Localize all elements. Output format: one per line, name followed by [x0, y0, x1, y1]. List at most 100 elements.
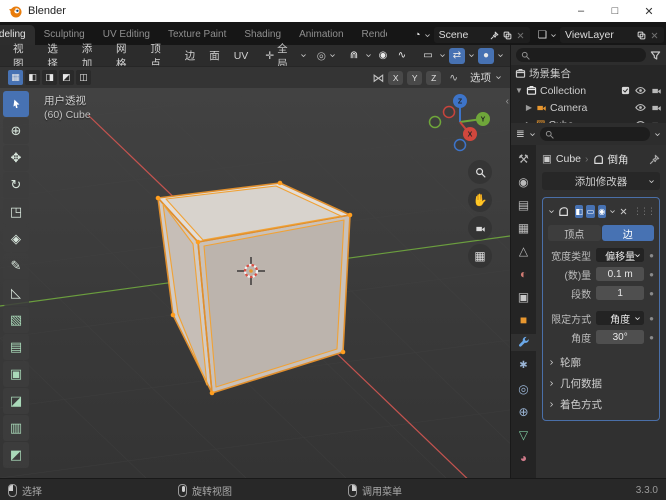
filter-icon[interactable]	[650, 50, 661, 61]
checkbox-icon[interactable]	[621, 86, 630, 95]
tool-inset-faces[interactable]: ▣	[3, 361, 29, 387]
shading-solid-icon[interactable]: ●	[477, 47, 494, 64]
tab-physics[interactable]: ◎	[511, 380, 536, 397]
tab-object-data[interactable]: ▽	[511, 426, 536, 443]
remove-viewlayer-icon[interactable]	[650, 31, 659, 40]
tool-select-box[interactable]	[3, 91, 29, 117]
collapse-arrow-icon[interactable]: ▶	[525, 103, 533, 112]
properties-search[interactable]	[539, 127, 650, 141]
scene-field[interactable]: Scene	[433, 27, 530, 43]
subpanel-geometry[interactable]: 几何数据	[548, 374, 654, 392]
select-mode-subtract-icon[interactable]: ◨	[42, 70, 57, 85]
camera-restrict-icon[interactable]	[651, 102, 662, 113]
select-mode-invert-icon[interactable]: ◩	[59, 70, 74, 85]
limit-method-dropdown[interactable]: 角度	[596, 311, 645, 326]
outliner-row-scene-collection[interactable]: 场景集合	[511, 65, 666, 82]
extras-chevron-icon[interactable]	[609, 208, 616, 215]
tool-measure[interactable]: ◺	[3, 280, 29, 306]
breadcrumb-modifier[interactable]: 倒角	[608, 152, 629, 167]
maximize-button[interactable]: □	[598, 0, 632, 22]
chevron-down-icon[interactable]	[529, 131, 536, 138]
pin-icon[interactable]	[649, 154, 660, 165]
viewlayer-field[interactable]: ViewLayer	[560, 27, 664, 43]
decorator-dot[interactable]: ●	[649, 270, 654, 279]
add-modifier-button[interactable]: 添加修改器	[542, 172, 660, 190]
affect-vertices-button[interactable]: 顶点	[548, 225, 601, 241]
tool-cursor[interactable]: ⊕	[3, 118, 29, 144]
subpanel-shading[interactable]: 着色方式	[548, 395, 654, 413]
chevron-down-icon[interactable]	[495, 74, 502, 81]
chevron-down-icon[interactable]	[497, 52, 504, 59]
chevron-down-icon[interactable]	[439, 52, 446, 59]
unlink-scene-icon[interactable]	[516, 31, 525, 40]
tool-extrude-region[interactable]: ▤	[3, 334, 29, 360]
camera-restrict-icon[interactable]	[651, 85, 662, 96]
tab-tool[interactable]: ⚒	[511, 150, 536, 167]
tool-move[interactable]: ✥	[3, 145, 29, 171]
amount-field[interactable]: 0.1 m	[596, 267, 645, 281]
tab-modifiers[interactable]	[511, 334, 536, 351]
tab-view-layer[interactable]: ▦	[511, 219, 536, 236]
tab-constraints[interactable]: ⊕	[511, 403, 536, 420]
pan-hand-button[interactable]: ✋	[468, 188, 492, 212]
segments-field[interactable]: 1	[596, 286, 645, 300]
camera-view-button[interactable]	[468, 216, 492, 240]
chevron-down-icon[interactable]	[365, 52, 372, 59]
tab-scene[interactable]: △	[511, 242, 536, 259]
new-scene-icon[interactable]	[503, 31, 512, 40]
affect-edges-button[interactable]: 边	[601, 225, 654, 241]
pivot-dropdown[interactable]: ◎	[317, 50, 336, 62]
delete-modifier-icon[interactable]	[619, 207, 628, 216]
tab-output[interactable]: ▤	[511, 196, 536, 213]
proportional-editing-icon[interactable]: ◉	[375, 48, 391, 64]
ortho-grid-button[interactable]: ▦	[468, 244, 492, 268]
expand-chevron-icon[interactable]	[548, 208, 555, 215]
tool-transform[interactable]: ◈	[3, 226, 29, 252]
display-editmode-toggle[interactable]: ◧	[575, 204, 584, 218]
scene-icon[interactable]: ◔	[414, 29, 420, 41]
falloff-icon[interactable]: ∿	[394, 48, 410, 64]
outliner-row-cube[interactable]: ▶ ▧ Cube	[511, 116, 666, 123]
tab-world[interactable]: ◐	[511, 265, 536, 282]
tool-add-cube[interactable]: ▧	[3, 307, 29, 333]
subpanel-profile[interactable]: 轮廓	[548, 353, 654, 371]
navigation-gizmo[interactable]: Z Y X	[422, 92, 494, 154]
display-render-toggle[interactable]: ◉	[597, 204, 606, 218]
eye-icon[interactable]	[635, 85, 646, 96]
gizmo-neg-x[interactable]	[442, 105, 456, 119]
tool-annotate[interactable]: ✎	[3, 253, 29, 279]
outliner-search-input[interactable]	[533, 49, 641, 61]
decorator-dot[interactable]: ●	[649, 333, 654, 342]
properties-search-input[interactable]	[556, 128, 645, 140]
gizmo-neg-y[interactable]	[428, 115, 442, 129]
zoom-button[interactable]	[468, 160, 492, 184]
chevron-down-icon[interactable]	[468, 52, 475, 59]
tab-rendering[interactable]: Rendering	[353, 25, 387, 45]
viewlayer-icon[interactable]: ❏	[538, 29, 547, 41]
outliner-row-collection[interactable]: ▼ Collection	[511, 82, 666, 99]
filter-chevron-icon[interactable]	[654, 131, 661, 138]
cube-object[interactable]	[155, 180, 353, 396]
pin-icon[interactable]	[490, 31, 499, 40]
mirror-z-toggle[interactable]: Z	[426, 70, 442, 85]
viewport-canvas[interactable]: ⊕ ✥ ↻ ◳ ◈ ✎ ◺ ▧ ▤ ▣ ◪ ▥ ◩ 用户透视 (60) Cube…	[0, 88, 510, 478]
chevron-down-icon[interactable]	[424, 32, 431, 39]
menu-face[interactable]: 面	[202, 46, 227, 65]
select-mode-intersect-icon[interactable]: ◫	[76, 70, 91, 85]
angle-field[interactable]: 30°	[596, 330, 645, 344]
breadcrumb-object[interactable]: Cube	[556, 153, 581, 165]
display-realtime-toggle[interactable]: ▭	[586, 204, 595, 218]
sidebar-collapse-arrow[interactable]: ‹	[506, 96, 509, 107]
tool-rotate[interactable]: ↻	[3, 172, 29, 198]
drag-handle[interactable]: ⋮⋮⋮	[633, 206, 656, 217]
eye-icon[interactable]	[635, 102, 646, 113]
tab-particles[interactable]: ✱	[511, 357, 536, 374]
mirror-y-toggle[interactable]: Y	[407, 70, 423, 85]
menu-uv[interactable]: UV	[227, 48, 256, 64]
new-viewlayer-icon[interactable]	[637, 31, 646, 40]
options-dropdown[interactable]: 选项	[470, 70, 491, 85]
close-button[interactable]: ✕	[632, 0, 666, 22]
select-mode-extend-icon[interactable]: ◧	[25, 70, 40, 85]
width-type-dropdown[interactable]: 偏移量	[596, 248, 645, 263]
expand-arrow-icon[interactable]: ▼	[515, 86, 523, 95]
